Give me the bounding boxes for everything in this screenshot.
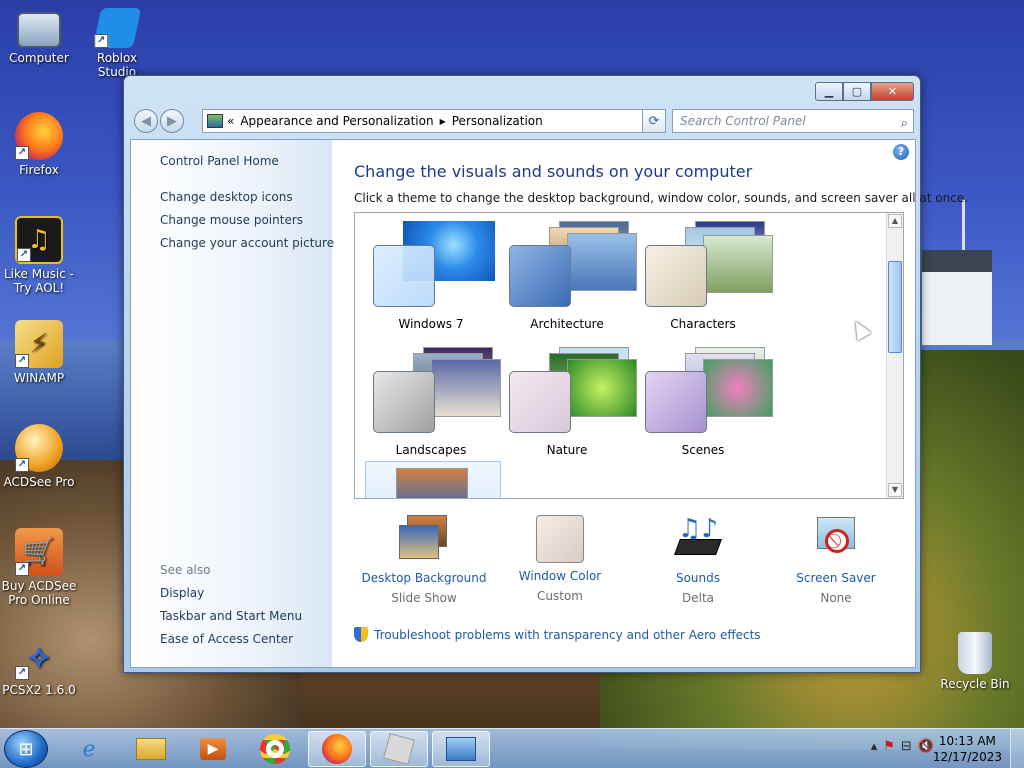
acdsee-icon: ↗ — [15, 424, 63, 472]
scroll-thumb[interactable] — [888, 261, 902, 353]
help-icon[interactable]: ? — [893, 144, 909, 160]
desktop-icon-like-music[interactable]: ♫ ↗ Like Music - Try AOL! — [1, 216, 77, 295]
desktop-icon-computer[interactable]: Computer — [1, 8, 77, 65]
nav-buttons: ◀ ▶ — [132, 108, 196, 134]
roblox-taskbar-button[interactable] — [370, 731, 428, 767]
theme-nature[interactable]: Nature — [499, 343, 637, 463]
desktop-background-item[interactable]: Desktop Background Slide Show — [354, 515, 494, 605]
winamp-lightning-icon: ⚡ ↗ — [15, 320, 63, 368]
search-icon[interactable]: ⌕ — [901, 113, 908, 135]
network-icon[interactable]: ⊟ — [901, 739, 912, 754]
screen-saver-item[interactable]: ⃠ Screen Saver None — [766, 515, 906, 605]
page-title: Change the visuals and sounds on your co… — [354, 162, 753, 181]
uac-shield-icon — [354, 627, 368, 642]
search-input[interactable]: Search Control Panel ⌕ — [672, 109, 914, 133]
roblox-studio-icon: ↗ — [92, 8, 142, 48]
main-content: Control Panel Home Change desktop icons … — [130, 139, 968, 668]
desktop-icon-winamp[interactable]: ⚡ ↗ WINAMP — [1, 320, 77, 385]
file-explorer-icon[interactable] — [122, 731, 180, 767]
breadcrumb-appearance[interactable]: Appearance and Personalization — [240, 114, 433, 128]
theme-settings-row: Desktop Background Slide Show Window Col… — [354, 515, 904, 615]
chrome-icon[interactable] — [246, 731, 304, 767]
pcsx2-icon: ⟡ ↗ — [15, 632, 63, 680]
left-pane: Control Panel Home Change desktop icons … — [131, 140, 334, 667]
ease-of-access-link[interactable]: Ease of Access Center — [160, 632, 293, 646]
desktop-icon-firefox[interactable]: ↗ Firefox — [1, 112, 77, 177]
theme-color-swatch — [373, 371, 435, 433]
theme-color-swatch — [509, 245, 571, 307]
taskbar: ⊞ ℯ ▶ ▴ ⚑ ⊟ 🔇 10:13 AM 12/17/2023 — [0, 728, 1024, 768]
refresh-button[interactable]: ⟳ — [642, 109, 666, 133]
system-tray: ▴ ⚑ ⊟ 🔇 — [871, 739, 934, 754]
address-bar[interactable]: « Appearance and Personalization ▶ Perso… — [202, 109, 666, 133]
address-chevrons[interactable]: « — [227, 114, 234, 128]
desktop-icon-acdsee-pro[interactable]: ↗ ACDSee Pro — [1, 424, 77, 489]
forward-button[interactable]: ▶ — [160, 109, 184, 133]
window-color-item[interactable]: Window Color Custom — [490, 515, 630, 603]
screen-saver-icon: ⃠ — [811, 515, 861, 565]
show-desktop-button[interactable] — [1010, 729, 1024, 768]
minimize-button[interactable]: ▁ — [815, 82, 843, 101]
troubleshoot-aero-link[interactable]: Troubleshoot problems with transparency … — [354, 627, 761, 642]
theme-architecture[interactable]: Architecture — [499, 217, 637, 337]
control-panel-taskbar-button[interactable] — [432, 731, 490, 767]
theme-landscapes[interactable]: Landscapes — [363, 343, 501, 463]
sounds-item[interactable]: ♫♪ Sounds Delta — [628, 515, 768, 605]
page-subtitle: Click a theme to change the desktop back… — [354, 191, 968, 205]
navigation-bar: ◀ ▶ « Appearance and Personalization ▶ P… — [132, 108, 914, 134]
volume-muted-icon[interactable]: 🔇 — [918, 739, 934, 754]
change-account-picture-link[interactable]: Change your account picture — [160, 236, 334, 250]
media-player-icon[interactable]: ▶ — [184, 731, 242, 767]
system-clock[interactable]: 10:13 AM 12/17/2023 — [933, 733, 1002, 765]
control-panel-icon — [207, 114, 223, 128]
clock-date: 12/17/2023 — [932, 750, 1002, 764]
firefox-icon: ↗ — [15, 112, 63, 160]
theme-list: Windows 7 Architecture Characters Landsc… — [354, 212, 904, 499]
personalization-window: ▁ ▢ ✕ ◀ ▶ « Appearance and Personalizati… — [123, 75, 968, 673]
caption-buttons: ▁ ▢ ✕ — [815, 82, 914, 101]
maximize-button[interactable]: ▢ — [843, 82, 871, 101]
theme-color-swatch — [645, 371, 707, 433]
computer-icon — [17, 12, 61, 48]
taskbar-start-menu-link[interactable]: Taskbar and Start Menu — [160, 609, 302, 623]
scroll-up-arrow-icon[interactable]: ▲ — [888, 214, 902, 228]
back-button[interactable]: ◀ — [134, 109, 158, 133]
theme-color-swatch — [373, 245, 435, 307]
theme-characters[interactable]: Characters — [635, 217, 773, 337]
change-mouse-pointers-link[interactable]: Change mouse pointers — [160, 213, 303, 227]
action-center-icon[interactable]: ⚑ — [883, 739, 895, 754]
scroll-down-arrow-icon[interactable]: ▼ — [888, 483, 902, 497]
desktop-icon-recycle-bin[interactable]: Recycle Bin — [937, 632, 1013, 691]
internet-explorer-icon[interactable]: ℯ — [60, 731, 118, 767]
theme-scenes[interactable]: Scenes — [635, 343, 773, 463]
desktop-icon-buy-acdsee[interactable]: 🛒 ↗ Buy ACDSee Pro Online — [1, 528, 77, 607]
desktop-icon-roblox-studio[interactable]: ↗ Roblox Studio — [79, 8, 155, 79]
desktop-background-icon — [399, 515, 449, 565]
start-button[interactable]: ⊞ — [4, 730, 48, 768]
breadcrumb-separator-icon[interactable]: ▶ — [440, 117, 446, 126]
display-link[interactable]: Display — [160, 586, 204, 600]
theme-color-swatch — [645, 245, 707, 307]
control-panel-home-link[interactable]: Control Panel Home — [160, 154, 279, 168]
desktop-icon-pcsx2[interactable]: ⟡ ↗ PCSX2 1.6.0 — [1, 632, 77, 698]
theme-selected-partial[interactable] — [365, 461, 501, 498]
theme-list-scrollbar[interactable]: ▲ ▼ — [886, 213, 903, 498]
sounds-icon: ♫♪ — [673, 515, 723, 565]
clock-time: 10:13 AM — [938, 734, 996, 748]
breadcrumb-personalization[interactable]: Personalization — [452, 114, 543, 128]
music-notes-icon: ♫ ↗ — [15, 216, 63, 264]
wallpaper-house — [922, 250, 992, 345]
theme-color-swatch — [509, 371, 571, 433]
shopping-cart-icon: 🛒 ↗ — [15, 528, 63, 576]
recycle-bin-icon — [958, 632, 992, 674]
close-button[interactable]: ✕ — [871, 82, 914, 101]
change-desktop-icons-link[interactable]: Change desktop icons — [160, 190, 293, 204]
see-also-heading: See also — [160, 563, 211, 577]
window-color-icon — [536, 515, 584, 563]
firefox-taskbar-button[interactable] — [308, 731, 366, 767]
show-hidden-icons-icon[interactable]: ▴ — [871, 739, 878, 754]
theme-windows-7[interactable]: Windows 7 — [363, 217, 499, 337]
